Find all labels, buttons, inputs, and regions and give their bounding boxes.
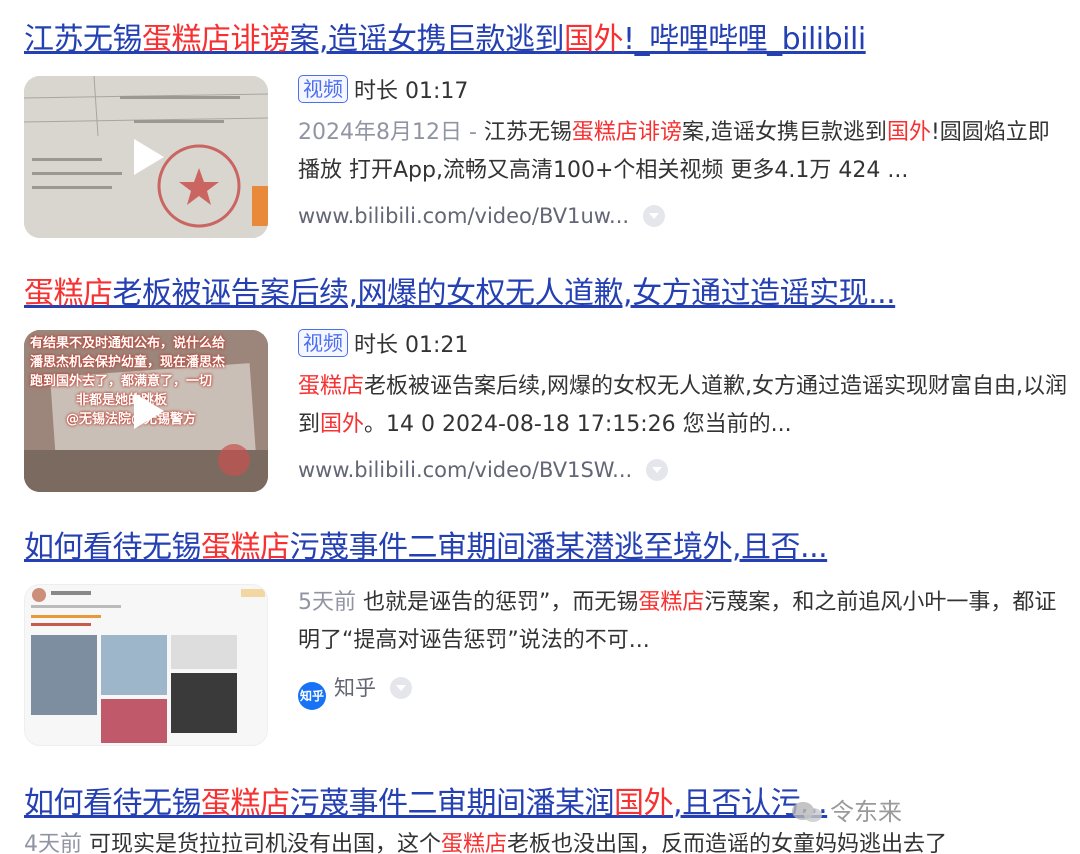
wechat-watermark: 令东来	[790, 792, 902, 827]
video-duration: 时长 01:17	[354, 79, 469, 104]
play-icon	[134, 393, 164, 429]
more-options-icon[interactable]	[646, 459, 669, 481]
weibo-screenshot-image	[25, 585, 267, 745]
result-snippet: 4天前 可现实是货拉拉司机没有出国，这个蛋糕店老板也没出国，反而造谣的女童妈妈逃…	[24, 832, 948, 854]
result-snippet: 2024年8月12日 - 江苏无锡蛋糕店诽谤案,造谣女携巨款逃到国外!圆圆焰立即…	[298, 120, 1050, 183]
video-thumbnail[interactable]: 有结果不及时通知公布，说什么给 潘思杰机会保护幼童，现在潘思杰 跑到国外去了，都…	[24, 330, 268, 492]
source-name[interactable]: 知乎	[334, 676, 376, 700]
video-tag: 视频	[298, 75, 348, 103]
video-meta: 视频 时长 01:21	[298, 328, 468, 364]
more-options-icon[interactable]	[643, 205, 666, 227]
video-tag: 视频	[298, 329, 348, 357]
result-snippet: 5天前 也就是诬告的惩罚”，而无锡蛋糕店污蔑案，和之前追风小叶一事，都证明了“提…	[298, 590, 1057, 653]
result-title-link[interactable]: 如何看待无锡蛋糕店污蔑事件二审期间潘某潜逃至境外,且否...	[24, 528, 828, 568]
video-duration: 时长 01:21	[354, 333, 469, 358]
source-url[interactable]: www.bilibili.com/video/BV1SW...	[298, 458, 632, 482]
play-icon	[134, 139, 164, 175]
video-meta: 视频 时长 01:17	[298, 74, 468, 110]
more-options-icon[interactable]	[390, 677, 412, 699]
result-title-link[interactable]: 蛋糕店老板被诬告案后续,网爆的女权无人道歉,女方通过造谣实现...	[24, 274, 896, 314]
result-source[interactable]: 知乎 知乎	[298, 671, 412, 710]
wechat-icon	[792, 802, 822, 822]
result-snippet: 蛋糕店老板被诬告案后续,网爆的女权无人道歉,女方通过造谣实现财富自由,以润到国外…	[298, 374, 1067, 437]
result-source[interactable]: www.bilibili.com/video/BV1uw...	[298, 199, 666, 233]
video-thumbnail[interactable]	[24, 76, 268, 238]
result-title-link[interactable]: 江苏无锡蛋糕店诽谤案,造谣女携巨款逃到国外!_哔哩哔哩_bilibili	[24, 20, 866, 60]
source-url[interactable]: www.bilibili.com/video/BV1uw...	[298, 204, 629, 228]
result-source[interactable]: www.bilibili.com/video/BV1SW...	[298, 453, 669, 487]
result-title-link[interactable]: 如何看待无锡蛋糕店污蔑事件二审期间潘某润国外,且否认污...	[24, 784, 828, 824]
zhihu-logo-icon: 知乎	[298, 682, 326, 710]
article-thumbnail[interactable]	[24, 584, 268, 746]
